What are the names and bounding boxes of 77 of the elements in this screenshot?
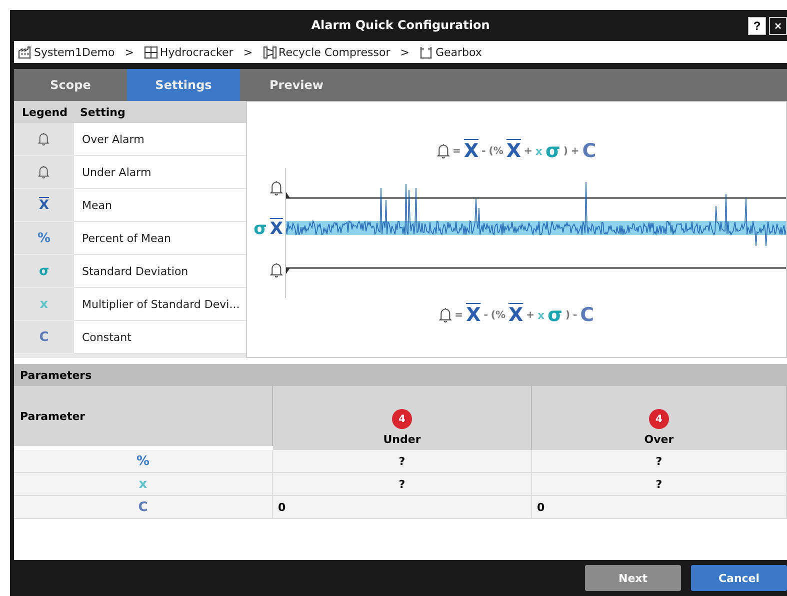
tab[interactable]: Scope — [14, 69, 127, 101]
legend-symbol: σ — [38, 264, 50, 278]
mean-label: X — [270, 219, 283, 239]
setting-label: Under Alarm — [74, 156, 246, 189]
formula-symbol: + — [570, 146, 580, 156]
table-cell[interactable]: ? — [273, 450, 532, 473]
formula-symbol: X — [466, 304, 481, 326]
column-label: Under — [383, 433, 421, 446]
parameter-symbol: % — [136, 454, 150, 468]
bell-icon — [436, 143, 450, 159]
setting-label: Mean — [74, 189, 246, 222]
cancel-button[interactable]: Cancel — [691, 565, 787, 591]
bell-icon — [270, 262, 283, 278]
breadcrumb-separator: > — [124, 46, 135, 58]
column-header: Setting — [74, 101, 246, 123]
sigma-label: σ — [254, 219, 267, 239]
gearbox-icon — [419, 46, 434, 58]
parameter-symbol: C — [138, 500, 148, 514]
table-cell[interactable]: ? — [532, 473, 787, 496]
setting-label: Multiplier of Standard Devi... — [74, 288, 246, 321]
column-label: Parameter — [20, 410, 86, 422]
breadcrumb-link[interactable]: Recycle Compressor — [262, 46, 390, 58]
breadcrumb-link[interactable]: Gearbox — [419, 46, 482, 58]
window-title: Alarm Quick Configuration — [311, 18, 490, 32]
parameter-symbol: x — [138, 476, 148, 492]
tab[interactable]: Settings — [127, 69, 240, 101]
breadcrumb-link[interactable]: System1Demo — [18, 46, 115, 58]
formula-symbol: - — [482, 146, 486, 156]
formula-symbol: C — [582, 140, 596, 162]
column-header: Legend — [14, 101, 74, 123]
bell-icon — [38, 132, 50, 146]
breadcrumb-separator: > — [399, 46, 410, 58]
formula-symbol: x — [538, 308, 545, 322]
formula-symbol: = — [454, 310, 464, 320]
formula-symbol: x — [535, 144, 542, 158]
tab[interactable]: Preview — [240, 69, 353, 101]
setting-label: Over Alarm — [74, 123, 246, 156]
column-label: Over — [644, 433, 674, 446]
close-button[interactable]: × — [769, 17, 787, 35]
breadcrumb-link[interactable]: Hydrocracker — [144, 46, 234, 58]
legend-symbol: C — [39, 330, 49, 344]
formula-symbol: (% — [490, 310, 506, 320]
formula-symbol: X — [508, 304, 524, 326]
setting-label: Standard Deviation — [74, 255, 246, 288]
breadcrumb-separator: > — [242, 46, 254, 58]
formula-symbol: (% — [488, 146, 504, 156]
compressor-icon — [262, 46, 277, 58]
help-button[interactable]: ? — [748, 17, 766, 35]
setting-label: Constant — [74, 321, 246, 354]
legend-symbol: x — [40, 296, 48, 312]
legend-symbol: X — [38, 198, 50, 212]
setting-label: Percent of Mean — [74, 222, 246, 255]
formula-symbol: X — [464, 140, 479, 162]
count-badge: 4 — [649, 409, 669, 429]
grid-icon — [144, 46, 158, 58]
table-cell[interactable]: ? — [532, 450, 787, 473]
table-cell[interactable]: 0 — [273, 496, 532, 519]
section-title: Parameters — [14, 364, 787, 386]
formula-symbol: - — [484, 310, 488, 320]
formula-symbol: - — [573, 310, 578, 320]
formula-symbol: + — [526, 310, 535, 320]
table-cell[interactable]: 0 — [532, 496, 787, 519]
legend-symbol: % — [37, 230, 51, 246]
table-cell[interactable]: ? — [273, 473, 532, 496]
formula-symbol: ) — [565, 310, 570, 320]
formula-symbol: σ — [546, 140, 560, 162]
formula-symbol: + — [524, 146, 532, 156]
bell-icon — [270, 180, 283, 196]
formula-symbol: ) — [563, 146, 568, 156]
bell-icon — [38, 165, 50, 179]
formula-symbol: C — [580, 304, 594, 326]
bell-icon — [438, 307, 452, 323]
formula-symbol: σ — [548, 304, 562, 326]
formula-symbol: = — [452, 146, 461, 156]
factory-icon — [18, 46, 32, 58]
formula-symbol: X — [506, 140, 521, 162]
count-badge: 4 — [392, 409, 412, 429]
